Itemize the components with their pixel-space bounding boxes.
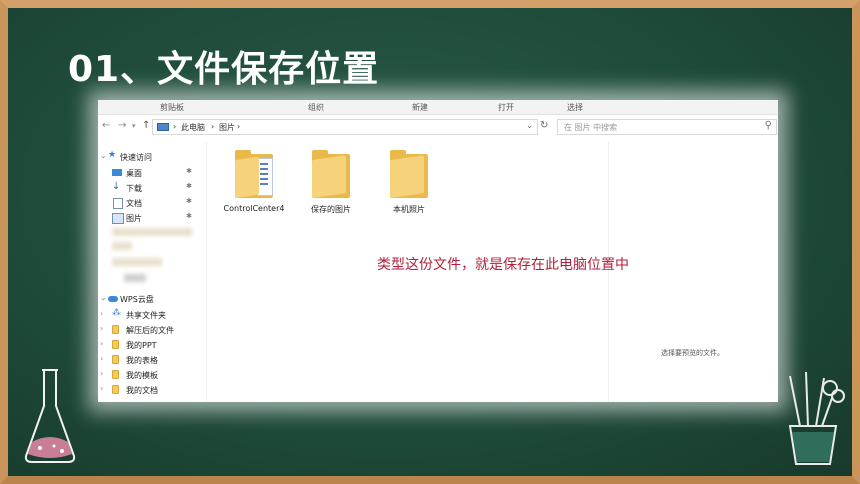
sidebar-item-desktop[interactable]: 桌面 ✱ [98, 166, 206, 180]
blurred-item [124, 274, 146, 282]
back-arrow-icon[interactable]: ← [102, 120, 110, 131]
address-dropdown-icon[interactable]: ⌄ [526, 121, 533, 130]
sidebar-item-folder[interactable]: › 我的PPT [98, 338, 206, 352]
sidebar-item-shared-folder[interactable]: › ⁂ 共享文件夹 [98, 308, 206, 322]
pin-icon[interactable]: ✱ [186, 167, 192, 175]
ribbon-organize[interactable]: 组织 [308, 102, 324, 113]
blurred-item [112, 242, 132, 250]
folder-icon [312, 150, 350, 198]
up-arrow-icon[interactable]: ↑ [142, 120, 150, 131]
blurred-item [112, 258, 162, 266]
annotation-text: 类型这份文件，就是保存在此电脑位置中 [377, 257, 629, 273]
blurred-item [112, 228, 192, 236]
chevron-down-icon[interactable]: ⌄ [100, 293, 107, 302]
preview-hint: 选择要预览的文件。 [661, 349, 724, 357]
sidebar-item-wps-cloud[interactable]: ⌄ WPS云盘 [98, 292, 206, 306]
cloud-icon [108, 296, 118, 302]
flask-illustration [24, 369, 76, 463]
sidebar-item-folder[interactable]: › 我的表格 [98, 353, 206, 367]
folder-icon [112, 385, 119, 394]
chevron-right-icon[interactable]: › [100, 384, 103, 393]
sidebar-item-quick-access[interactable]: ⌄ ★ 快速访问 [98, 150, 206, 164]
folder-icon [112, 340, 119, 349]
forward-arrow-icon[interactable]: → [118, 120, 126, 131]
ribbon-open[interactable]: 打开 [498, 102, 514, 113]
chevron-down-icon[interactable]: ⌄ [100, 151, 107, 160]
chevron-right-icon[interactable]: › [100, 309, 103, 318]
picture-icon [112, 213, 124, 224]
share-icon: ⁂ [112, 308, 121, 318]
pin-icon[interactable]: ✱ [186, 182, 192, 190]
file-item-camera-roll[interactable]: 本机照片 [374, 150, 444, 215]
chevron-right-icon[interactable]: › [100, 324, 103, 333]
refresh-icon[interactable]: ↻ [540, 120, 548, 131]
ribbon-clipboard[interactable]: 剪贴板 [160, 102, 184, 113]
chevron-right-icon[interactable]: › [100, 369, 103, 378]
file-item-saved-pictures[interactable]: 保存的图片 [296, 150, 366, 215]
document-icon [113, 198, 123, 209]
sidebar-item-folder[interactable]: › 我的模板 [98, 368, 206, 382]
desktop-icon [112, 169, 122, 176]
navigation-pane: ⌄ ★ 快速访问 桌面 ✱ ↓ 下载 ✱ 文档 ✱ 图片 ✱ ⌄ WPS云盘 ›… [98, 142, 207, 402]
sidebar-item-folder[interactable]: › 我的文档 [98, 383, 206, 397]
address-box[interactable]: › 此电脑 › 图片 › ⌄ [152, 119, 538, 135]
sidebar-item-documents[interactable]: 文档 ✱ [98, 196, 206, 210]
pin-icon[interactable]: ✱ [186, 212, 192, 220]
recent-dropdown-icon[interactable]: ▾ [132, 122, 136, 130]
sidebar-item-folder[interactable]: › 解压后的文件 [98, 323, 206, 337]
preview-pane: 选择要预览的文件。 [608, 142, 778, 402]
breadcrumb-this-pc[interactable]: 此电脑 [181, 122, 205, 133]
folder-icon [390, 150, 428, 198]
chevron-right-icon[interactable]: › [100, 354, 103, 363]
chalkboard: 01、文件保存位置 剪贴板 组织 新建 打开 选择 ← → ▾ ↑ › 此电脑 … [0, 0, 860, 484]
search-placeholder: 在 图片 中搜索 [564, 123, 618, 132]
chevron-right-icon[interactable]: › [100, 339, 103, 348]
pin-icon[interactable]: ✱ [186, 197, 192, 205]
address-bar-row: ← → ▾ ↑ › 此电脑 › 图片 › ⌄ ↻ 在 图片 中搜索 ⚲ [98, 118, 778, 136]
slide-title: 01、文件保存位置 [68, 49, 380, 90]
folder-icon [112, 325, 119, 334]
file-explorer-window: 剪贴板 组织 新建 打开 选择 ← → ▾ ↑ › 此电脑 › 图片 › ⌄ ↻… [98, 100, 778, 402]
folder-icon [235, 150, 273, 198]
star-icon: ★ [108, 150, 117, 160]
ribbon-group-labels: 剪贴板 组织 新建 打开 选择 [98, 100, 778, 115]
download-icon: ↓ [112, 181, 121, 192]
ribbon-select[interactable]: 选择 [567, 102, 583, 113]
pen-cup-illustration [788, 371, 845, 465]
ribbon-new[interactable]: 新建 [412, 102, 428, 113]
sidebar-item-download[interactable]: ↓ 下载 ✱ [98, 181, 206, 195]
search-icon[interactable]: ⚲ [765, 120, 772, 131]
file-item-controlcenter4[interactable]: ControlCenter4 [219, 150, 289, 213]
folder-icon [112, 370, 119, 379]
computer-icon [157, 123, 169, 131]
breadcrumb-pictures[interactable]: 图片 [219, 122, 235, 133]
folder-icon [112, 355, 119, 364]
sidebar-item-pictures[interactable]: 图片 ✱ [98, 211, 206, 225]
search-input[interactable]: 在 图片 中搜索 ⚲ [557, 119, 777, 135]
